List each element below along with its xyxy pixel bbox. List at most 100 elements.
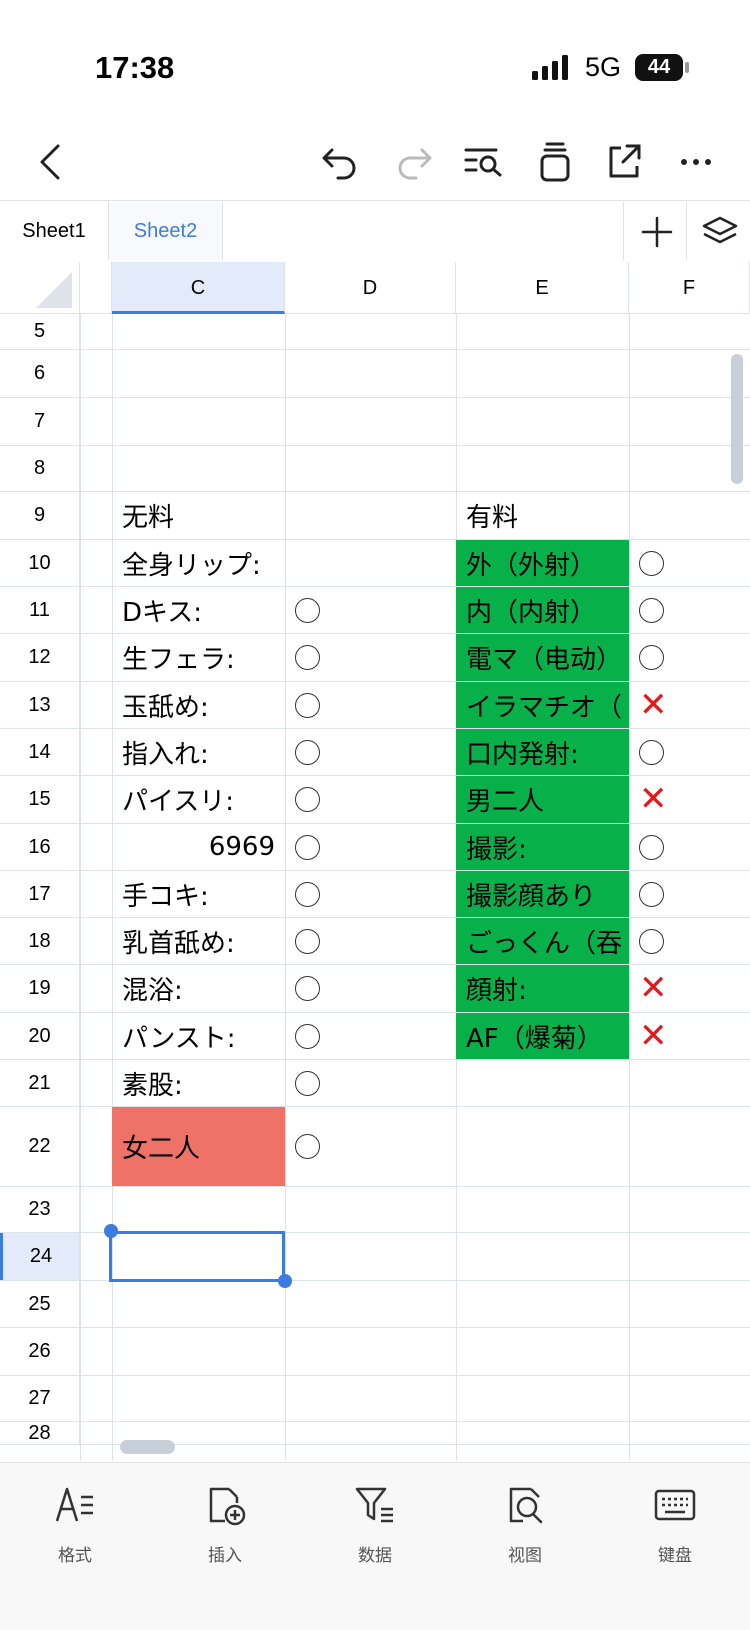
cell-c13[interactable]: 玉舐め: xyxy=(112,682,285,728)
more-icon[interactable] xyxy=(676,140,720,184)
cell-f21[interactable] xyxy=(629,1060,750,1106)
back-icon[interactable] xyxy=(30,140,74,184)
cell-c26[interactable] xyxy=(112,1328,285,1375)
row-number[interactable]: 24 xyxy=(0,1233,80,1280)
cell-f16[interactable] xyxy=(629,824,750,870)
cell-d5[interactable] xyxy=(285,314,456,349)
cell-c16[interactable]: 6969 xyxy=(112,824,285,870)
select-all-corner[interactable] xyxy=(0,262,80,314)
cell-f22[interactable] xyxy=(629,1107,750,1186)
cell-f18[interactable] xyxy=(629,918,750,964)
freeze-icon[interactable] xyxy=(533,140,577,184)
cell-e14[interactable]: 口内発射: xyxy=(456,729,629,775)
cell-c14[interactable]: 指入れ: xyxy=(112,729,285,775)
column-header-f[interactable]: F xyxy=(629,262,750,314)
cell-d7[interactable] xyxy=(285,398,456,445)
cell-e27[interactable] xyxy=(456,1376,629,1421)
cell-e5[interactable] xyxy=(456,314,629,349)
cell-e19[interactable]: 顔射: xyxy=(456,965,629,1012)
cell-f9[interactable] xyxy=(629,492,750,539)
cell-e12[interactable]: 電マ（电动） xyxy=(456,634,629,681)
cell-f12[interactable] xyxy=(629,634,750,681)
cell-e15[interactable]: 男二人 xyxy=(456,776,629,823)
view-button[interactable]: 视图 xyxy=(470,1483,580,1566)
cell-d14[interactable] xyxy=(285,729,456,775)
cell-c12[interactable]: 生フェラ: xyxy=(112,634,285,681)
row-number[interactable]: 14 xyxy=(0,729,80,775)
tab-sheet2[interactable]: Sheet2 xyxy=(109,202,222,260)
row-number[interactable]: 18 xyxy=(0,918,80,964)
cell-d23[interactable] xyxy=(285,1187,456,1232)
tab-sheet1[interactable]: Sheet1 xyxy=(0,202,108,260)
cell-e10[interactable]: 外（外射） xyxy=(456,540,629,586)
cell-d21[interactable] xyxy=(285,1060,456,1106)
cell-f27[interactable] xyxy=(629,1376,750,1421)
row-number[interactable]: 21 xyxy=(0,1060,80,1106)
horizontal-scrollbar[interactable] xyxy=(120,1440,175,1454)
cell-f13[interactable]: ✕ xyxy=(629,682,750,728)
cell-e17[interactable]: 撮影顔あり xyxy=(456,871,629,917)
cell-e21[interactable] xyxy=(456,1060,629,1106)
row-number[interactable]: 15 xyxy=(0,776,80,823)
row-number[interactable]: 20 xyxy=(0,1013,80,1059)
cell-d9[interactable] xyxy=(285,492,456,539)
cell-f10[interactable] xyxy=(629,540,750,586)
cell-e18[interactable]: ごっくん（吞 xyxy=(456,918,629,964)
cell-d28[interactable] xyxy=(285,1422,456,1444)
cell-c17[interactable]: 手コキ: xyxy=(112,871,285,917)
row-number[interactable]: 13 xyxy=(0,682,80,728)
cell-e25[interactable] xyxy=(456,1281,629,1327)
row-number[interactable]: 16 xyxy=(0,824,80,870)
insert-button[interactable]: 插入 xyxy=(170,1483,280,1566)
cell-c15[interactable]: パイスリ: xyxy=(112,776,285,823)
cell-c25[interactable] xyxy=(112,1281,285,1327)
cell-c22[interactable]: 女二人 xyxy=(112,1107,285,1186)
cell-c8[interactable] xyxy=(112,446,285,491)
cell-c11[interactable]: Dキス: xyxy=(112,587,285,633)
format-button[interactable]: 格式 xyxy=(20,1483,130,1566)
add-sheet-icon[interactable] xyxy=(635,210,679,254)
keyboard-button[interactable]: 键盘 xyxy=(620,1483,730,1566)
cell-d25[interactable] xyxy=(285,1281,456,1327)
row-number[interactable]: 22 xyxy=(0,1107,80,1186)
selection-handle-top[interactable] xyxy=(104,1224,118,1238)
cell-e22[interactable] xyxy=(456,1107,629,1186)
cell-e28[interactable] xyxy=(456,1422,629,1444)
row-number[interactable]: 10 xyxy=(0,540,80,586)
row-number[interactable]: 19 xyxy=(0,965,80,1012)
cell-c19[interactable]: 混浴: xyxy=(112,965,285,1012)
cell-selection[interactable] xyxy=(109,1231,285,1282)
cell-d10[interactable] xyxy=(285,540,456,586)
vertical-scrollbar[interactable] xyxy=(731,354,743,484)
cell-d11[interactable] xyxy=(285,587,456,633)
row-number[interactable]: 5 xyxy=(0,314,80,349)
cell-c20[interactable]: パンスト: xyxy=(112,1013,285,1059)
cell-e16[interactable]: 撮影: xyxy=(456,824,629,870)
cell-e13[interactable]: イラマチオ（ xyxy=(456,682,629,728)
cell-e6[interactable] xyxy=(456,350,629,397)
cell-e7[interactable] xyxy=(456,398,629,445)
cell-f20[interactable]: ✕ xyxy=(629,1013,750,1059)
cell-f15[interactable]: ✕ xyxy=(629,776,750,823)
cell-d8[interactable] xyxy=(285,446,456,491)
row-number[interactable]: 6 xyxy=(0,350,80,397)
cell-f17[interactable] xyxy=(629,871,750,917)
cell-c7[interactable] xyxy=(112,398,285,445)
row-number[interactable]: 17 xyxy=(0,871,80,917)
column-header-e[interactable]: E xyxy=(456,262,629,314)
redo-icon[interactable] xyxy=(392,140,436,184)
cell-d24[interactable] xyxy=(285,1233,456,1280)
row-number[interactable]: 12 xyxy=(0,634,80,681)
column-header-c[interactable]: C xyxy=(112,262,285,314)
cell-d16[interactable] xyxy=(285,824,456,870)
find-icon[interactable] xyxy=(462,140,506,184)
cell-d17[interactable] xyxy=(285,871,456,917)
cell-d6[interactable] xyxy=(285,350,456,397)
cell-f5[interactable] xyxy=(629,314,750,349)
spreadsheet-grid[interactable]: C D E F 5 6 7 8 9 无料 有料 10 全身リップ: 外（外射） 11 Dキス: 内（内射… xyxy=(0,262,750,1460)
data-button[interactable]: 数据 xyxy=(320,1483,430,1566)
cell-c9[interactable]: 无料 xyxy=(112,492,285,539)
cell-c10[interactable]: 全身リップ: xyxy=(112,540,285,586)
cell-f23[interactable] xyxy=(629,1187,750,1232)
cell-f25[interactable] xyxy=(629,1281,750,1327)
